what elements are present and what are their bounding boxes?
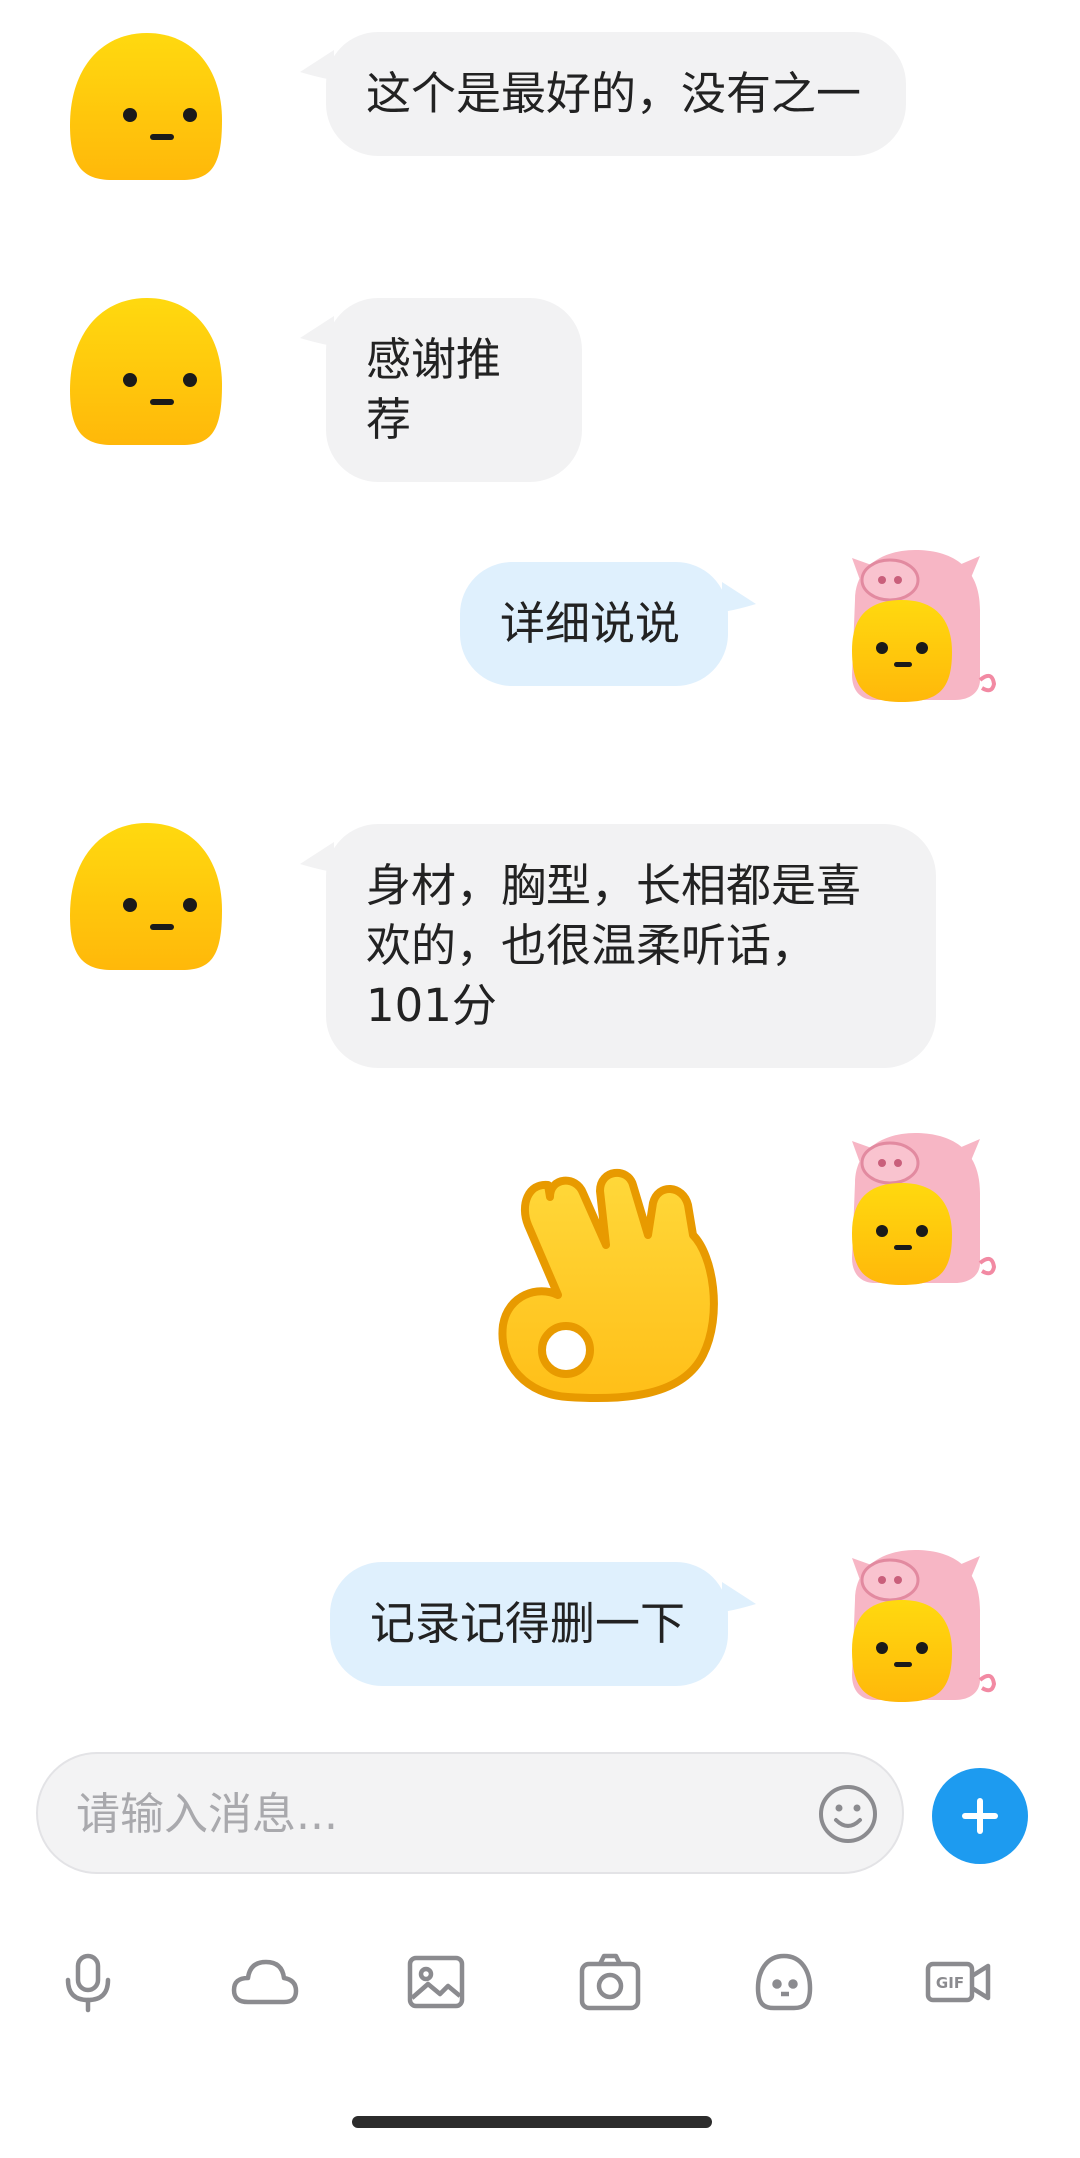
- message-text: 详细说说: [500, 597, 681, 650]
- contact-avatar[interactable]: [62, 25, 232, 195]
- emoji-icon[interactable]: [752, 1950, 816, 2014]
- home-indicator[interactable]: [352, 2116, 712, 2128]
- bubble-tail: [722, 1582, 756, 1612]
- contact-avatar[interactable]: [62, 815, 232, 985]
- svg-text:GIF: GIF: [936, 1974, 964, 1992]
- gif-icon[interactable]: GIF: [924, 1950, 994, 2014]
- bubble-tail: [722, 582, 756, 612]
- message-bubble[interactable]: 感谢推荐: [326, 298, 582, 482]
- message-bubble[interactable]: 身材，胸型，长相都是喜欢的，也很温柔听话，101分: [326, 824, 936, 1068]
- message-input[interactable]: [74, 1754, 778, 1874]
- microphone-icon[interactable]: [56, 1950, 120, 2014]
- ok-hand-sticker[interactable]: [488, 1165, 738, 1415]
- message-bubble[interactable]: 详细说说: [460, 562, 728, 686]
- self-avatar-pig[interactable]: [830, 540, 1000, 710]
- message-bubble[interactable]: 记录记得删一下: [330, 1562, 728, 1686]
- image-icon[interactable]: [404, 1950, 468, 2014]
- message-bubble[interactable]: 这个是最好的，没有之一: [326, 32, 906, 156]
- camera-icon[interactable]: [578, 1950, 642, 2014]
- message-text: 感谢推荐: [366, 333, 502, 446]
- emoji-picker-icon[interactable]: [816, 1782, 880, 1846]
- message-composer: [36, 1752, 904, 1874]
- cloud-icon[interactable]: [230, 1950, 300, 2014]
- message-text: 身材，胸型，长相都是喜欢的，也很温柔听话，101分: [366, 859, 862, 1032]
- contact-avatar[interactable]: [62, 290, 232, 460]
- input-toolbar: GIF: [0, 1950, 1080, 2030]
- self-avatar-pig[interactable]: [830, 1540, 1000, 1710]
- message-text: 这个是最好的，没有之一: [366, 67, 862, 120]
- self-avatar-pig[interactable]: [830, 1123, 1000, 1293]
- message-text: 记录记得删一下: [370, 1597, 686, 1650]
- add-button[interactable]: [932, 1768, 1028, 1864]
